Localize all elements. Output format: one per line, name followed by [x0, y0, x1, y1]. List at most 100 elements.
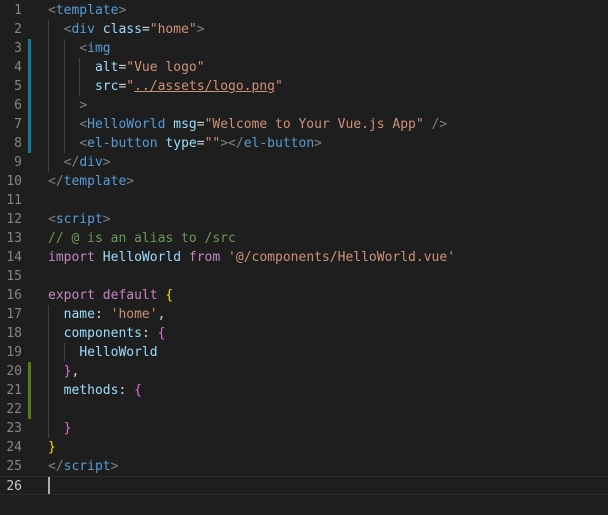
- git-modified-marker[interactable]: [28, 58, 31, 77]
- code-text: }: [48, 438, 56, 457]
- code-token: '@/components/HelloWorld.vue': [228, 250, 456, 265]
- code-line[interactable]: 19 HelloWorld: [0, 343, 608, 362]
- code-line[interactable]: 7 <HelloWorld msg="Welcome to Your Vue.j…: [0, 115, 608, 134]
- line-number: 22: [6, 402, 22, 417]
- code-text: <script>: [48, 210, 111, 229]
- code-token: div: [71, 22, 95, 37]
- line-number: 12: [6, 212, 22, 227]
- code-token: template: [55, 3, 119, 18]
- code-token: >: [196, 22, 205, 37]
- code-token: "home": [149, 22, 197, 37]
- code-token: >: [314, 136, 322, 151]
- code-token: script: [55, 212, 103, 227]
- code-token: {: [157, 326, 166, 341]
- code-line[interactable]: 8 <el-button type=""></el-button>: [0, 134, 608, 153]
- code-line[interactable]: 11: [0, 191, 608, 210]
- code-line[interactable]: 12 <script>: [0, 210, 608, 229]
- line-number: 6: [14, 98, 22, 113]
- line-number: 7: [14, 117, 22, 132]
- indent-guide: [63, 343, 65, 362]
- code-text: }: [48, 419, 72, 438]
- code-text: alt="Vue logo": [48, 58, 205, 77]
- code-text: import HelloWorld from '@/components/Hel…: [48, 248, 455, 267]
- code-line[interactable]: 17 name: 'home',: [0, 305, 608, 324]
- code-line[interactable]: 14 import HelloWorld from '@/components/H…: [0, 248, 608, 267]
- code-token: alt: [94, 60, 119, 75]
- code-line[interactable]: 18 components: {: [0, 324, 608, 343]
- code-text: >: [48, 96, 87, 115]
- code-line[interactable]: 10 </template>: [0, 172, 608, 191]
- code-token: {: [165, 288, 174, 303]
- code-token: :: [141, 326, 158, 341]
- code-token: script: [63, 459, 111, 474]
- code-line[interactable]: 3 <img: [0, 39, 608, 58]
- code-token: >: [102, 155, 111, 170]
- code-token: <: [79, 117, 88, 132]
- code-line[interactable]: 23 }: [0, 419, 608, 438]
- code-token: type: [165, 136, 197, 151]
- code-line[interactable]: 5 src="../assets/logo.png": [0, 77, 608, 96]
- code-line[interactable]: 24}: [0, 438, 608, 457]
- code-token: "Welcome to Your Vue.js App": [204, 117, 424, 132]
- line-number: 17: [6, 307, 22, 322]
- text-cursor: [48, 477, 50, 494]
- line-number: 26: [6, 479, 22, 494]
- git-modified-marker[interactable]: [28, 115, 31, 134]
- git-modified-marker[interactable]: [28, 77, 31, 96]
- indent-guide: [48, 20, 49, 172]
- code-line[interactable]: 21 methods: {: [0, 381, 608, 400]
- code-token: img: [87, 41, 111, 56]
- code-line[interactable]: 4 alt="Vue logo": [0, 58, 608, 77]
- code-line[interactable]: 1 <template>: [0, 1, 608, 20]
- git-added-marker[interactable]: [28, 381, 31, 400]
- line-number: 4: [14, 60, 22, 75]
- git-modified-marker[interactable]: [28, 134, 31, 153]
- code-token: HelloWorld: [87, 117, 166, 132]
- code-token: >: [126, 174, 135, 189]
- line-number: 2: [14, 22, 22, 37]
- git-modified-marker[interactable]: [28, 96, 31, 115]
- code-line[interactable]: 2 <div class="home">: [0, 20, 608, 39]
- code-token: </: [48, 174, 64, 189]
- code-token: 'home': [110, 307, 158, 322]
- code-line[interactable]: 9 </div>: [0, 153, 608, 172]
- code-text: <HelloWorld msg="Welcome to Your Vue.js …: [48, 115, 447, 134]
- code-token: export: [48, 288, 95, 303]
- code-text: src="../assets/logo.png": [48, 77, 283, 96]
- code-line[interactable]: 26: [0, 476, 608, 495]
- git-modified-marker[interactable]: [28, 39, 31, 58]
- code-text: <div class="home">: [48, 20, 205, 39]
- code-line[interactable]: 15: [0, 267, 608, 286]
- line-number: 13: [6, 231, 22, 246]
- line-number: 11: [6, 193, 22, 208]
- code-line[interactable]: 16 export default {: [0, 286, 608, 305]
- code-token: :: [94, 307, 111, 322]
- code-text: // @ is an alias to /src: [48, 229, 236, 248]
- code-line[interactable]: 25 </script>: [0, 457, 608, 476]
- code-token: }: [63, 421, 72, 436]
- code-text: <template>: [48, 1, 126, 20]
- code-token: <: [79, 41, 88, 56]
- code-token: >: [118, 3, 127, 18]
- code-token: default: [102, 288, 158, 303]
- code-line[interactable]: 6 >: [0, 96, 608, 115]
- line-number: 16: [6, 288, 22, 303]
- code-editor[interactable]: 1 <template> 2 <div class="home"> 3 <img 4 a…: [0, 0, 608, 515]
- code-line[interactable]: 22: [0, 400, 608, 419]
- code-token: >: [79, 98, 88, 113]
- code-line[interactable]: 20 },: [0, 362, 608, 381]
- git-added-marker[interactable]: [28, 362, 31, 381]
- code-line[interactable]: 13 // @ is an alias to /src: [0, 229, 608, 248]
- line-number: 8: [14, 136, 22, 151]
- git-added-marker[interactable]: [28, 400, 31, 419]
